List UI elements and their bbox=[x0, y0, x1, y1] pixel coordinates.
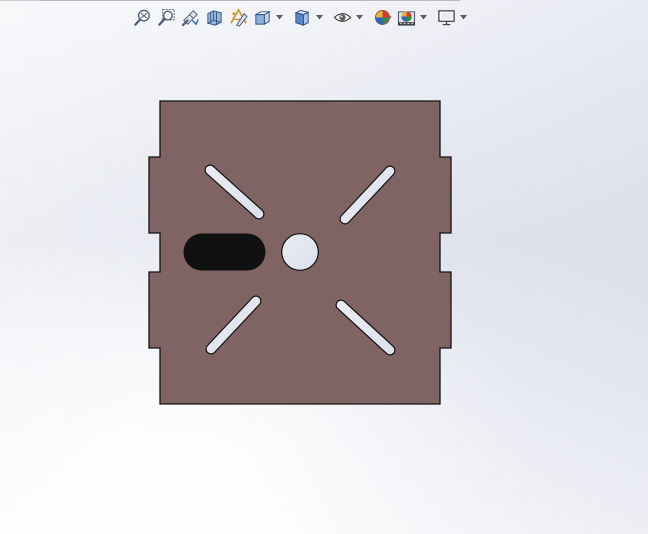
display-style-dropdown[interactable] bbox=[314, 6, 324, 28]
chevron-down-icon bbox=[355, 14, 363, 19]
section-view-icon bbox=[206, 9, 222, 26]
sheet-metal-part-view[interactable] bbox=[0, 0, 648, 534]
chevron-down-icon bbox=[315, 14, 323, 19]
zoom-to-area-button[interactable] bbox=[154, 6, 178, 28]
section-view-button[interactable] bbox=[202, 6, 226, 28]
hide-show-items-button[interactable] bbox=[330, 6, 354, 28]
heads-up-view-toolbar bbox=[130, 6, 468, 28]
view-orientation-icon bbox=[253, 10, 271, 25]
scene-icon bbox=[397, 10, 415, 26]
view-settings-dropdown[interactable] bbox=[458, 6, 468, 28]
previous-view-button[interactable] bbox=[178, 6, 202, 28]
edit-appearance-button[interactable] bbox=[370, 6, 394, 28]
view-settings-button[interactable] bbox=[434, 6, 458, 28]
display-style-button[interactable] bbox=[290, 6, 314, 28]
zoom-to-area-icon bbox=[157, 8, 175, 26]
hide-show-items-dropdown[interactable] bbox=[354, 6, 364, 28]
graphics-viewport[interactable] bbox=[0, 0, 648, 534]
zoom-to-fit-icon bbox=[133, 9, 150, 26]
window-top-border bbox=[0, 0, 648, 2]
part-face[interactable] bbox=[148, 100, 452, 405]
eye-icon bbox=[333, 12, 351, 22]
chevron-down-icon bbox=[459, 14, 467, 19]
appearance-icon bbox=[374, 9, 392, 25]
view-orientation-button[interactable] bbox=[250, 6, 274, 28]
dynamic-annotation-icon bbox=[229, 7, 248, 27]
zoom-to-fit-button[interactable] bbox=[130, 6, 154, 28]
apply-scene-dropdown[interactable] bbox=[418, 6, 428, 28]
apply-scene-button[interactable] bbox=[394, 6, 418, 28]
view-orientation-dropdown[interactable] bbox=[274, 6, 284, 28]
display-style-icon bbox=[293, 9, 310, 26]
monitor-icon bbox=[437, 9, 455, 25]
chevron-down-icon bbox=[419, 14, 427, 19]
round-hole[interactable] bbox=[281, 233, 319, 271]
chevron-down-icon bbox=[275, 14, 283, 19]
dynamic-annotation-views-button[interactable] bbox=[226, 6, 250, 28]
previous-view-icon bbox=[181, 9, 199, 26]
